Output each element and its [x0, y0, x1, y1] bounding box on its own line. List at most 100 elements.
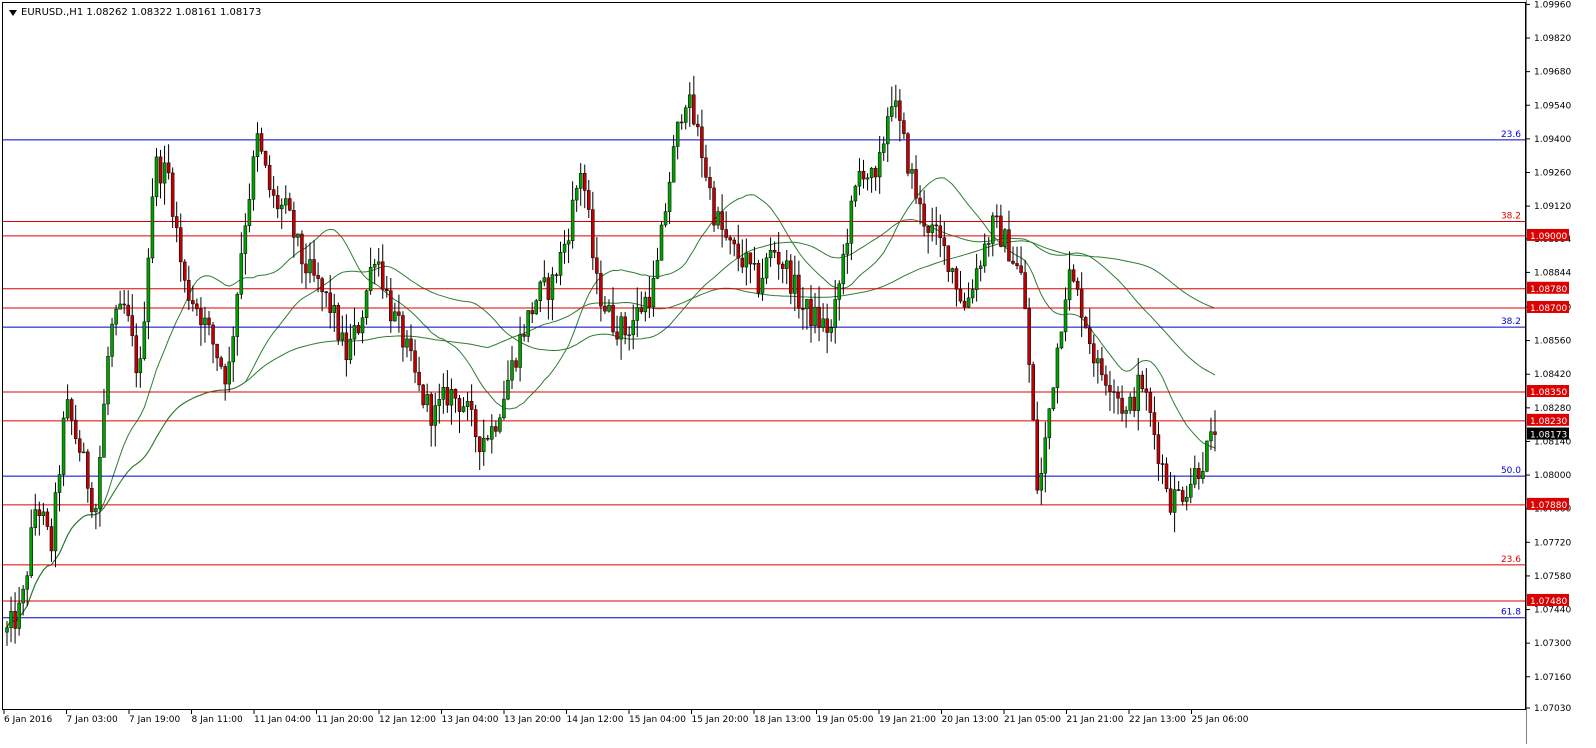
candle-body: [255, 133, 260, 157]
candle-body: [320, 278, 324, 292]
candle-body: [134, 335, 139, 374]
candle-body: [550, 274, 555, 300]
candle-body: [1063, 299, 1068, 333]
candle-body: [502, 398, 506, 419]
price-tick-label: 1.08280: [1534, 404, 1571, 414]
horizontal-levels[interactable]: 23.6 38.2 38.2 50.0 23.6 61.8: [3, 130, 1525, 619]
candle-body: [227, 361, 231, 385]
candle-body: [587, 190, 591, 210]
price-tick-label: 1.08560: [1534, 337, 1571, 347]
candle-body: [247, 199, 252, 227]
chart-window[interactable]: 23.6 38.2 38.2 50.0 23.6 61.8 EURUSD.,H1 1.08…: [0, 0, 1596, 744]
candle-body: [514, 360, 518, 368]
candle-body: [873, 167, 878, 178]
candle-body: [279, 204, 284, 210]
candle-body: [869, 167, 874, 179]
candle-body: [995, 215, 999, 218]
price-tag-label: 1.08350: [1530, 388, 1567, 398]
candle-body: [486, 437, 490, 440]
chevron-down-icon[interactable]: [9, 9, 17, 16]
price-tag-label: 1.08780: [1530, 285, 1567, 295]
candle-body: [429, 394, 433, 426]
candle-body: [372, 264, 377, 268]
candle-body: [199, 308, 203, 326]
fib-level-label: 23.6: [1501, 555, 1521, 565]
candle-body: [94, 508, 98, 513]
candle-body: [857, 170, 862, 187]
price-tick-label: 1.08000: [1534, 471, 1571, 481]
candle-body: [5, 627, 9, 633]
price-tick-label: 1.07440: [1534, 606, 1571, 616]
candle-body: [146, 257, 151, 323]
candle-body: [344, 332, 349, 361]
price-tick-label: 1.09820: [1534, 34, 1571, 44]
candle-body: [627, 334, 631, 337]
candle-body: [1104, 374, 1108, 386]
candle-body: [1184, 496, 1189, 502]
candle-body: [251, 156, 256, 200]
candle-body: [530, 310, 534, 315]
time-scale[interactable]: 6 Jan 2016 7 Jan 03:00 7 Jan 19:00 8 Jan 11…: [0, 710, 1526, 744]
candle-body: [546, 277, 551, 300]
candle-body: [449, 388, 454, 406]
candle-body: [82, 451, 86, 454]
candle-body: [271, 189, 276, 196]
candle-body: [1055, 347, 1060, 388]
candle-body: [732, 239, 736, 245]
candle-body: [574, 188, 579, 201]
candlestick-chart[interactable]: 23.6 38.2 38.2 50.0 23.6 61.8: [3, 3, 1525, 709]
candle-body: [465, 401, 470, 407]
candle-body: [142, 321, 147, 359]
candle-body: [1019, 265, 1023, 273]
candle-body: [9, 611, 13, 628]
candle-body: [195, 303, 199, 310]
candle-body: [784, 260, 789, 269]
candle-body: [1116, 392, 1120, 399]
candle-body: [1059, 331, 1064, 349]
candle-body: [865, 177, 870, 180]
candle-body: [328, 292, 332, 313]
candle-body: [477, 436, 482, 453]
price-tick-label: 1.09960: [1534, 0, 1571, 10]
candle-body: [1088, 327, 1092, 344]
candle-body: [102, 403, 106, 458]
candle-body: [267, 164, 272, 190]
candle-body: [1176, 489, 1181, 491]
price-tag-label: 1.09000: [1530, 232, 1567, 242]
candle-body: [114, 308, 118, 325]
candle-body: [1043, 437, 1048, 474]
candle-body: [756, 263, 761, 294]
candle-body: [1124, 410, 1128, 414]
candle-body: [817, 306, 821, 328]
candle-body: [760, 277, 765, 294]
candle-body: [425, 394, 429, 406]
candle-body: [231, 336, 235, 363]
candle-body: [566, 240, 571, 245]
candle-body: [332, 305, 337, 313]
candle-body: [918, 197, 922, 205]
candle-body: [950, 268, 955, 272]
candle-body: [764, 257, 769, 279]
candle-body: [558, 251, 563, 276]
candle-body: [1007, 229, 1011, 262]
candle-body: [433, 405, 438, 426]
candle-body: [162, 162, 167, 184]
time-tick-label: 8 Jan 11:00: [192, 715, 244, 725]
price-scale[interactable]: 1.09960 1.09820 1.09680 1.09540 1.09400 1.092…: [1525, 0, 1596, 744]
candle-body: [793, 274, 797, 294]
candle-body: [1148, 392, 1153, 413]
candle-body: [1209, 431, 1213, 442]
candle-body: [837, 283, 842, 300]
candle-body: [978, 265, 983, 269]
candle-body: [73, 419, 78, 439]
candle-body: [534, 300, 539, 315]
candle-body: [223, 366, 227, 385]
candle-body: [1164, 463, 1169, 490]
candle-body: [1156, 434, 1161, 464]
plot-area[interactable]: 23.6 38.2 38.2 50.0 23.6 61.8 EURUSD.,H1 1.08…: [2, 2, 1526, 710]
time-tick-label: 22 Jan 13:00: [1129, 715, 1186, 725]
candle-body: [696, 123, 700, 128]
candle-body: [991, 215, 995, 244]
candle-body: [1108, 385, 1112, 392]
candle-body: [853, 185, 858, 202]
